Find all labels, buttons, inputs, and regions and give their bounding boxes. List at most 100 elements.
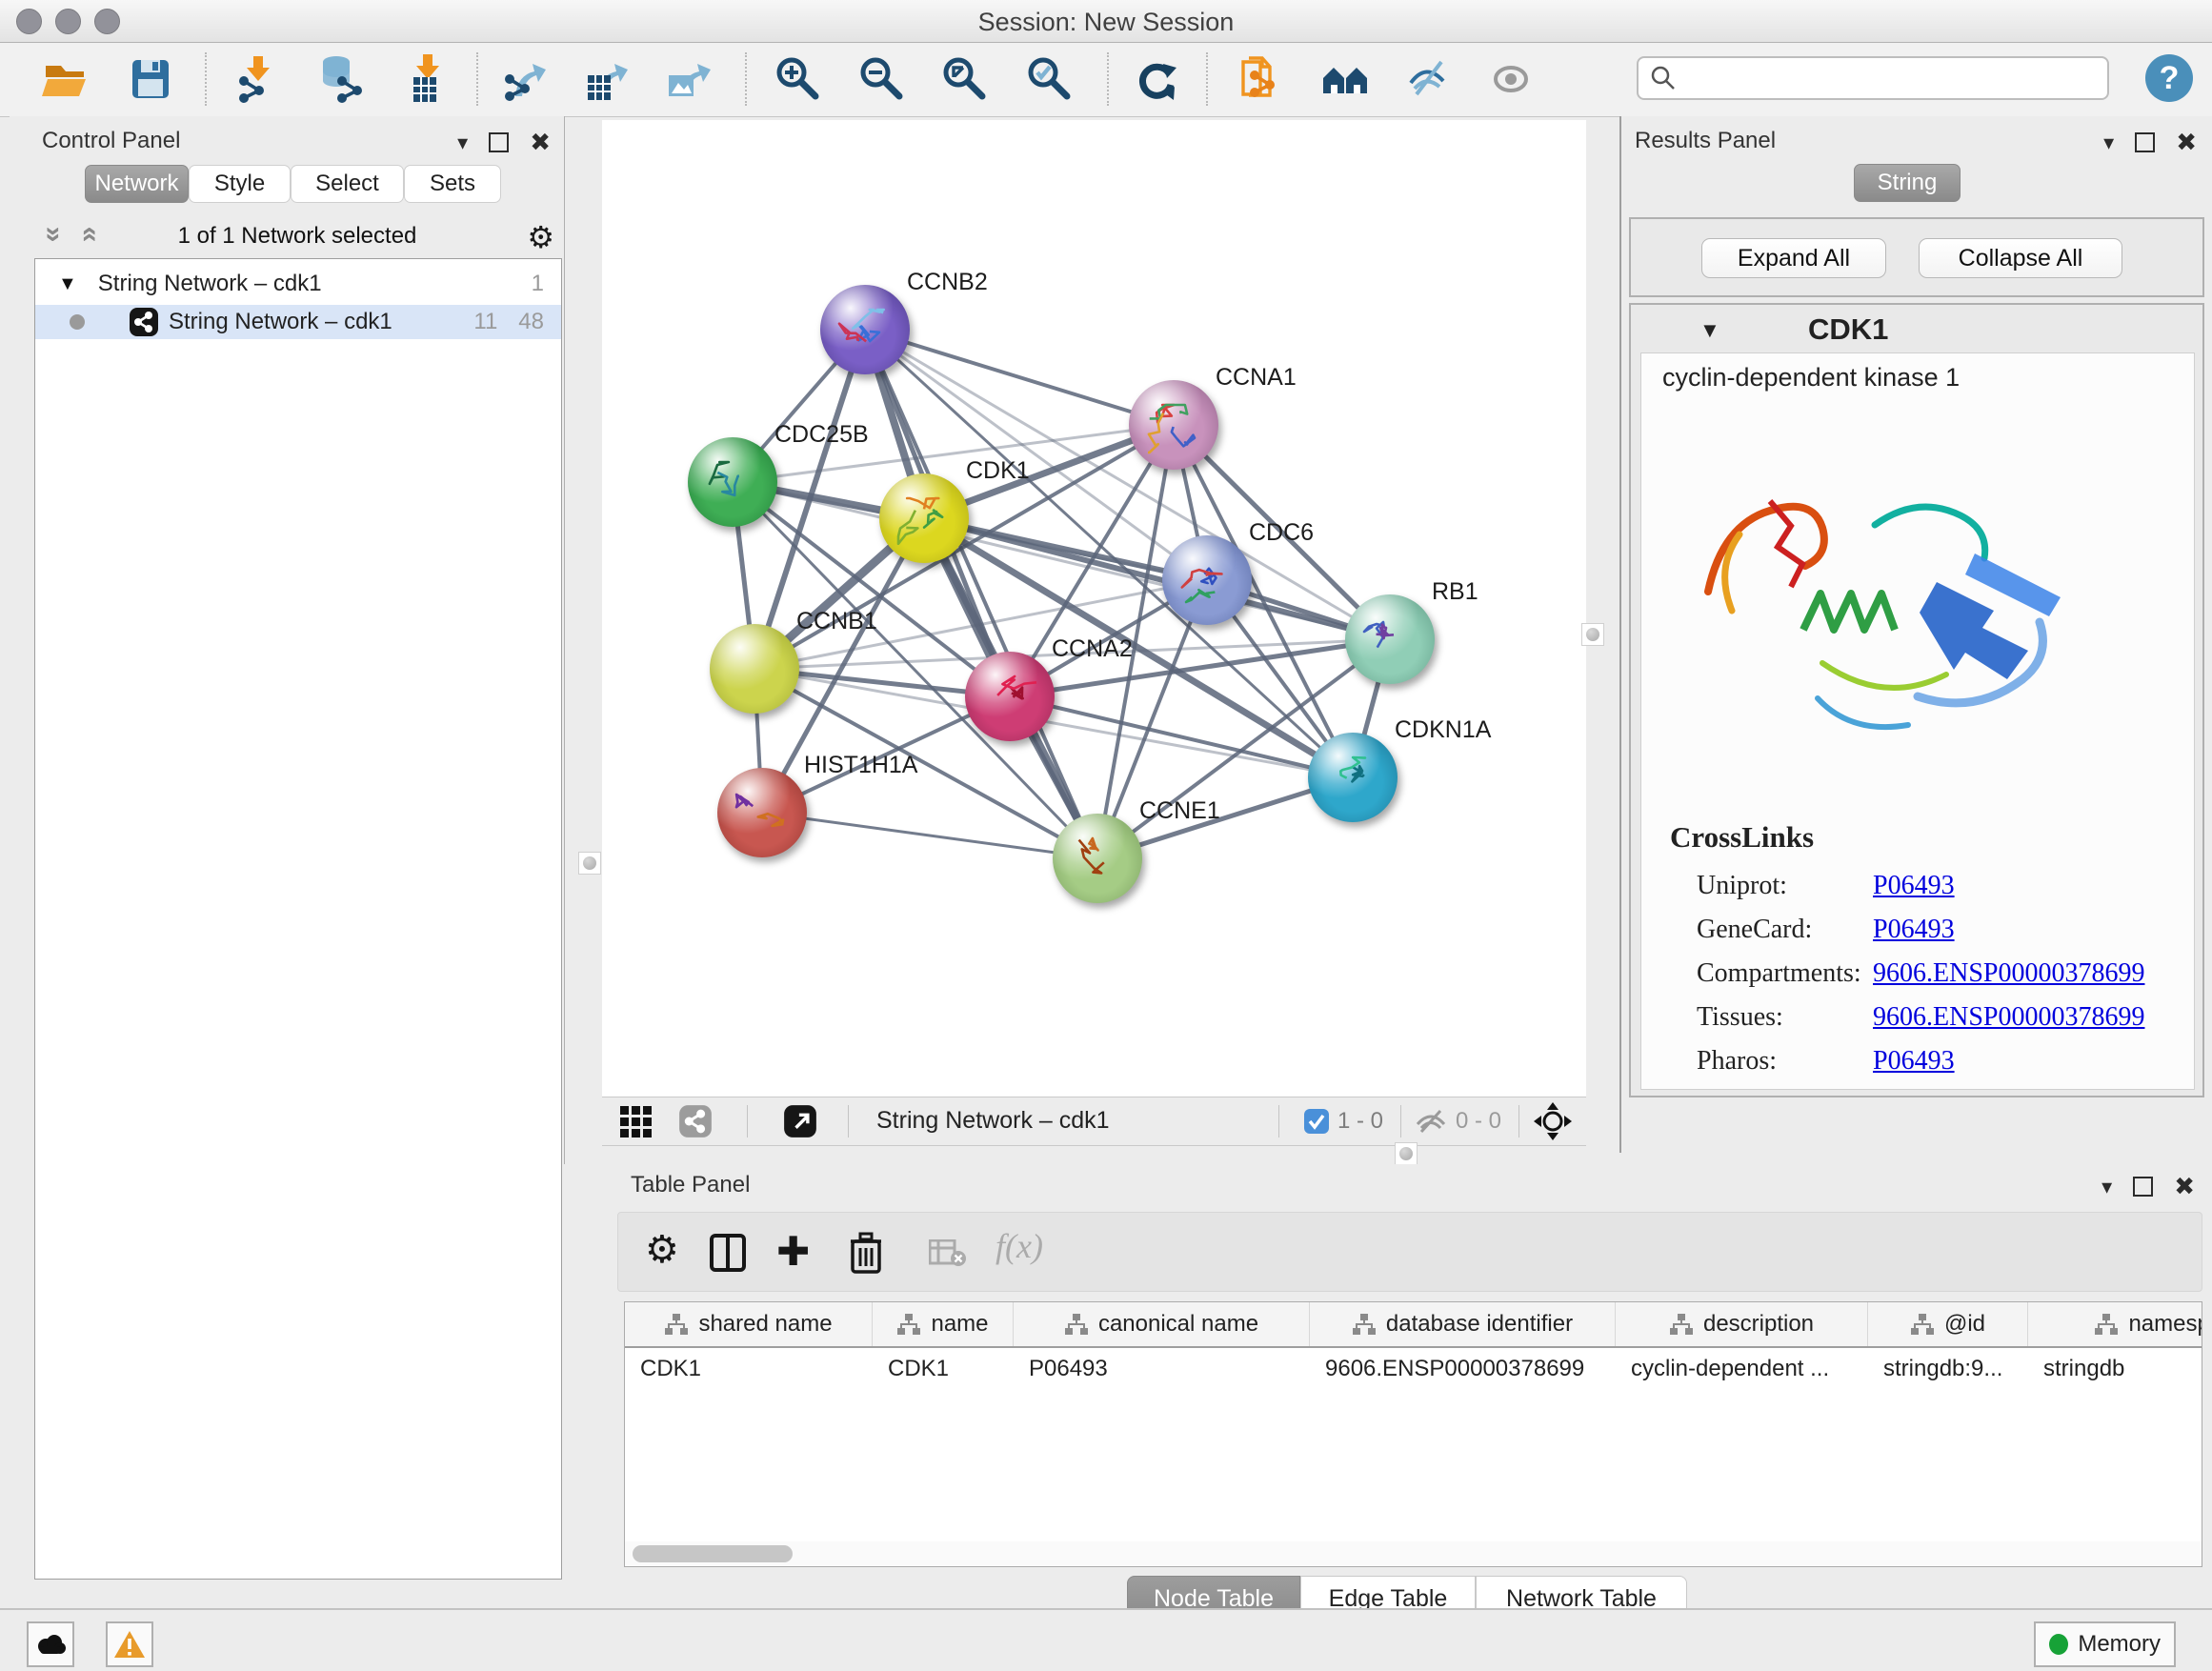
node-RB1[interactable] (1345, 594, 1435, 684)
right-splitter-handle[interactable] (1581, 623, 1604, 646)
expand-all-button[interactable]: Expand All (1701, 238, 1886, 278)
open-in-window-icon[interactable] (783, 1104, 817, 1138)
export-network-button[interactable] (498, 52, 552, 106)
node-CCNB2[interactable] (820, 285, 910, 374)
float-panel-icon[interactable]: ▾ (2101, 1175, 2112, 1199)
crosslink-value-link[interactable]: 9606.ENSP00000378699 (1873, 958, 2144, 989)
close-panel-icon[interactable]: ✖ (530, 128, 551, 157)
export-network-icon (500, 54, 550, 104)
table-cell: cyclin-dependent ... (1616, 1356, 1868, 1382)
undock-panel-icon[interactable] (2135, 132, 2155, 152)
node-CCNA2[interactable] (965, 652, 1055, 741)
export-image-button[interactable] (663, 52, 716, 106)
warnings-button[interactable] (106, 1621, 153, 1667)
collection-expand-icon[interactable]: ▼ (58, 273, 77, 295)
network-canvas[interactable]: CCNB2CCNA1CDC25BCDK1CDC6RB1CCNB1CCNA2CDK… (602, 120, 1586, 1097)
node-CDC25B[interactable] (688, 437, 777, 527)
export-table-button[interactable] (580, 52, 633, 106)
node-HIST1H1A[interactable] (717, 768, 807, 857)
protein-ribbon-thumbnail (710, 624, 799, 714)
crosslink-value-link[interactable]: 9606.ENSP00000378699 (1873, 1002, 2144, 1033)
tab-select[interactable]: Select (291, 165, 404, 203)
fit-content-icon[interactable] (1534, 1102, 1572, 1140)
column-header-canonical-name[interactable]: canonical name (1014, 1302, 1310, 1346)
close-panel-icon[interactable]: ✖ (2174, 1172, 2195, 1201)
node-CCNB1[interactable] (710, 624, 799, 714)
show-panel-button[interactable] (1484, 52, 1538, 106)
network-collection-row[interactable]: ▼ String Network – cdk1 1 (35, 267, 561, 301)
column-header-@id[interactable]: @id (1868, 1302, 2028, 1346)
cloud-button[interactable] (27, 1621, 74, 1667)
status-separator (1400, 1105, 1401, 1137)
table-horizontal-scrollbar[interactable] (624, 1541, 2202, 1567)
node-CCNA1[interactable] (1129, 380, 1218, 470)
show-columns-icon[interactable] (710, 1234, 746, 1272)
network-birdseye-icon[interactable] (678, 1104, 713, 1138)
node-CCNE1[interactable] (1053, 814, 1142, 903)
bottom-splitter-handle[interactable] (1395, 1142, 1418, 1165)
help-button[interactable]: ? (2145, 54, 2193, 102)
tab-string[interactable]: String (1854, 164, 1961, 202)
crosslink-row: Compartments: 9606.ENSP00000378699 (1697, 952, 2173, 996)
network-row-selected[interactable]: String Network – cdk1 11 48 (35, 305, 561, 339)
crosslink-value-link[interactable]: P06493 (1873, 915, 1955, 945)
float-panel-icon[interactable]: ▾ (457, 131, 468, 155)
column-type-icon (1064, 1313, 1089, 1336)
save-session-button[interactable] (124, 52, 177, 106)
zoom-fit-button[interactable] (938, 52, 992, 106)
column-header-description[interactable]: description (1616, 1302, 1868, 1346)
search-input[interactable] (1677, 64, 2107, 92)
crosslink-row: Tissues: 9606.ENSP00000378699 (1697, 996, 2173, 1039)
column-header-database-identifier[interactable]: database identifier (1310, 1302, 1616, 1346)
hide-panel-button[interactable] (1401, 52, 1455, 106)
table-options-gear-icon[interactable]: ⚙ (645, 1228, 679, 1272)
node-label-CCNA2: CCNA2 (1052, 635, 1133, 663)
string-import-button[interactable] (1234, 52, 1287, 106)
column-type-icon (2094, 1313, 2119, 1336)
column-header-name[interactable]: name (873, 1302, 1014, 1346)
undock-panel-icon[interactable] (489, 132, 509, 152)
refresh-view-button[interactable] (1129, 52, 1182, 106)
table-row[interactable]: CDK1CDK1P064939606.ENSP00000378699cyclin… (625, 1348, 2202, 1390)
collapse-all-button[interactable]: Collapse All (1919, 238, 2122, 278)
create-column-icon[interactable]: ✚ (776, 1228, 810, 1275)
import-network-database-button[interactable] (312, 52, 365, 106)
grid-view-icon[interactable] (619, 1105, 654, 1137)
home-networks-button[interactable] (1318, 52, 1372, 106)
zoom-out-button[interactable] (855, 52, 909, 106)
string-network-icon (129, 307, 159, 337)
memory-status-icon (2049, 1634, 2068, 1655)
zoom-selected-button[interactable] (1023, 52, 1076, 106)
protein-ribbon-thumbnail (879, 473, 969, 563)
node-table[interactable]: shared namenamecanonical namedatabase id… (624, 1301, 2202, 1543)
node-CDKN1A[interactable] (1308, 733, 1398, 822)
close-panel-icon[interactable]: ✖ (2176, 128, 2197, 157)
zoom-in-button[interactable] (772, 52, 825, 106)
left-splitter-handle[interactable] (578, 852, 601, 875)
float-panel-icon[interactable]: ▾ (2103, 131, 2114, 155)
tab-network[interactable]: Network (85, 165, 189, 203)
column-header-shared-name[interactable]: shared name (625, 1302, 873, 1346)
node-CDK1[interactable] (879, 473, 969, 563)
column-header-namespace[interactable]: namespace (2028, 1302, 2202, 1346)
tab-style[interactable]: Style (189, 165, 291, 203)
warning-icon (113, 1630, 146, 1659)
node-CDC6[interactable] (1162, 535, 1252, 625)
import-table-button[interactable] (398, 52, 452, 106)
scrollbar-thumb[interactable] (633, 1545, 793, 1562)
edge-HIST1H1A-CCNE1[interactable] (762, 813, 1097, 858)
import-network-file-button[interactable] (231, 52, 284, 106)
selected-checkbox-icon[interactable] (1303, 1108, 1330, 1135)
tab-sets[interactable]: Sets (404, 165, 501, 203)
crosslink-value-link[interactable]: P06493 (1873, 871, 1955, 901)
network-options-gear-icon[interactable]: ⚙ (527, 219, 554, 255)
edge-CCNB2-CCNA1[interactable] (865, 330, 1174, 425)
undock-panel-icon[interactable] (2133, 1177, 2153, 1197)
crosslink-value-link[interactable]: P06493 (1873, 1046, 1955, 1077)
delete-column-icon[interactable] (849, 1232, 883, 1274)
node-label-CCNB1: CCNB1 (796, 608, 877, 635)
collapse-protein-icon[interactable]: ▼ (1699, 318, 1720, 343)
memory-button[interactable]: Memory (2034, 1621, 2176, 1667)
search-box[interactable] (1637, 56, 2109, 100)
open-session-button[interactable] (38, 52, 91, 106)
